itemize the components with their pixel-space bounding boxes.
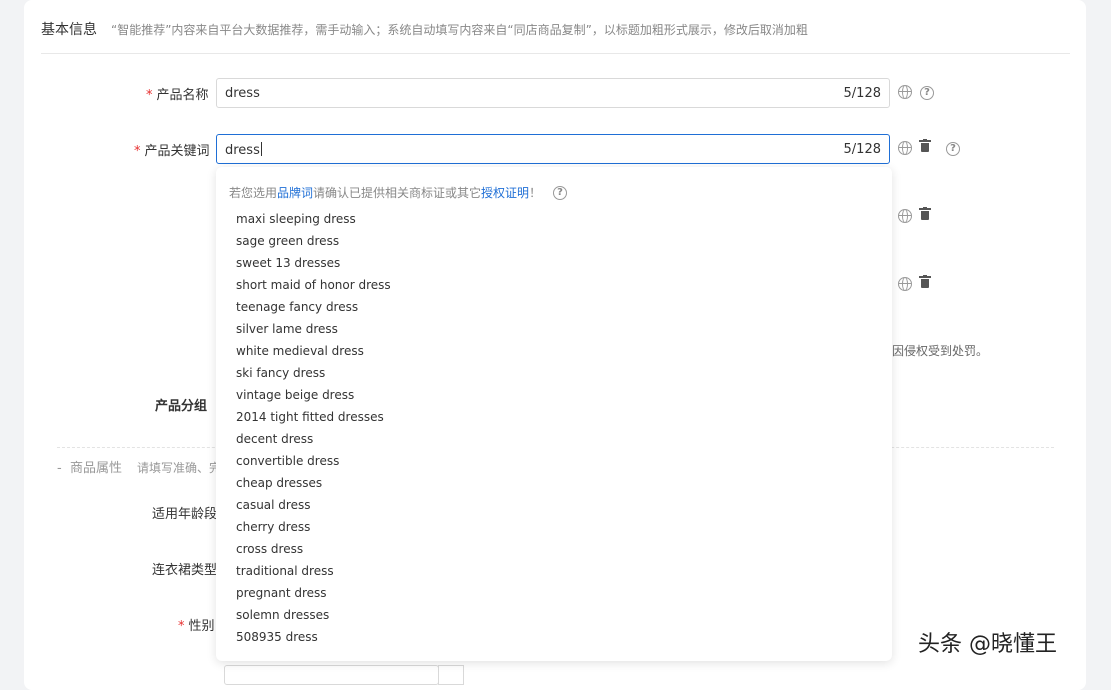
suggestion-item[interactable]: pregnant dress: [236, 582, 391, 604]
suggestion-item[interactable]: 2014 tight fitted dresses: [236, 406, 391, 428]
product-keyword-text: dress: [225, 143, 260, 158]
product-keyword-counter: 5/128: [843, 142, 881, 157]
dress-type-label: 连衣裙类型:: [152, 563, 222, 578]
translate-globe-icon[interactable]: [898, 141, 912, 155]
keyword-suggestion-dropdown: 若您选用品牌词请确认已提供相关商标证或其它授权证明！ ? maxi sleepi…: [216, 167, 892, 661]
suggestion-item[interactable]: vintage beige dress: [236, 384, 391, 406]
suggestion-item[interactable]: sage green dress: [236, 230, 391, 252]
attributes-title-text: 商品属性: [69, 461, 122, 476]
product-name-input[interactable]: dress 5/128: [216, 78, 890, 108]
suggestion-item[interactable]: teenage fancy dress: [236, 296, 391, 318]
translate-globe-icon[interactable]: [898, 209, 912, 223]
help-icon[interactable]: ?: [553, 186, 567, 200]
attributes-section-desc: 请填写准确、完: [137, 461, 222, 475]
help-icon[interactable]: ?: [946, 142, 960, 156]
gender-label: * 性别:: [178, 615, 219, 634]
product-name-label-text: 产品名称: [156, 88, 209, 103]
tip-text-3: ！: [529, 186, 542, 200]
suggestion-item[interactable]: casual dress: [236, 494, 391, 516]
section-title: 基本信息: [41, 22, 97, 38]
product-keyword-value: dress: [225, 142, 262, 158]
product-name-label: * 产品名称: [146, 84, 209, 103]
required-mark: *: [134, 144, 141, 159]
suggestion-item[interactable]: cross dress: [236, 538, 391, 560]
suggestion-item[interactable]: white medieval dress: [236, 340, 391, 362]
suggestion-list: maxi sleeping dress sage green dress sweet…: [236, 208, 391, 648]
section-description: “智能推荐”内容来自平台大数据推荐，需手动输入；系统自动填写内容来自“同店商品复…: [111, 23, 808, 37]
delete-trash-icon[interactable]: [919, 207, 931, 221]
infringement-note-tail: 因侵权受到处罚。: [892, 344, 989, 358]
product-keyword-label: * 产品关键词: [134, 140, 210, 159]
suggestion-item[interactable]: cheap dresses: [236, 472, 391, 494]
suggestion-item[interactable]: maxi sleeping dress: [236, 208, 391, 230]
watermark: 头条 @晓懂王: [918, 632, 1057, 657]
attributes-section-title: - 商品属性: [57, 461, 122, 476]
required-mark: *: [146, 88, 153, 103]
suggestion-item[interactable]: traditional dress: [236, 560, 391, 582]
suggestion-item[interactable]: short maid of honor dress: [236, 274, 391, 296]
gender-label-text: 性别:: [188, 619, 219, 634]
tip-text-1: 若您选用: [229, 186, 278, 200]
authorization-proof-link[interactable]: 授权证明: [481, 186, 529, 200]
brand-word-tip: 若您选用品牌词请确认已提供相关商标证或其它授权证明！: [229, 184, 541, 201]
section-divider: [41, 53, 1070, 54]
select-input[interactable]: [224, 665, 439, 685]
select-button[interactable]: [438, 665, 464, 685]
delete-trash-icon[interactable]: [919, 139, 931, 153]
suggestion-item[interactable]: solemn dresses: [236, 604, 391, 626]
translate-globe-icon[interactable]: [898, 85, 912, 99]
product-group-label: 产品分组: [155, 399, 208, 414]
delete-trash-icon[interactable]: [919, 275, 931, 289]
translate-globe-icon[interactable]: [898, 277, 912, 291]
suggestion-item[interactable]: convertible dress: [236, 450, 391, 472]
text-caret: [260, 142, 262, 156]
suggestion-item[interactable]: cherry dress: [236, 516, 391, 538]
brand-word-link[interactable]: 品牌词: [277, 186, 313, 200]
suggestion-item[interactable]: ski fancy dress: [236, 362, 391, 384]
tip-text-2: 请确认已提供相关商标证或其它: [313, 186, 482, 200]
suggestion-item[interactable]: silver lame dress: [236, 318, 391, 340]
product-keyword-input[interactable]: dress 5/128: [216, 134, 890, 164]
product-name-value: dress: [225, 86, 260, 101]
required-mark: *: [178, 619, 185, 634]
suggestion-item[interactable]: sweet 13 dresses: [236, 252, 391, 274]
suggestion-item[interactable]: decent dress: [236, 428, 391, 450]
product-name-counter: 5/128: [843, 86, 881, 101]
suggestion-item[interactable]: 508935 dress: [236, 626, 391, 648]
help-icon[interactable]: ?: [920, 86, 934, 100]
age-range-label: 适用年龄段:: [152, 507, 222, 522]
product-keyword-label-text: 产品关键词: [144, 144, 210, 159]
